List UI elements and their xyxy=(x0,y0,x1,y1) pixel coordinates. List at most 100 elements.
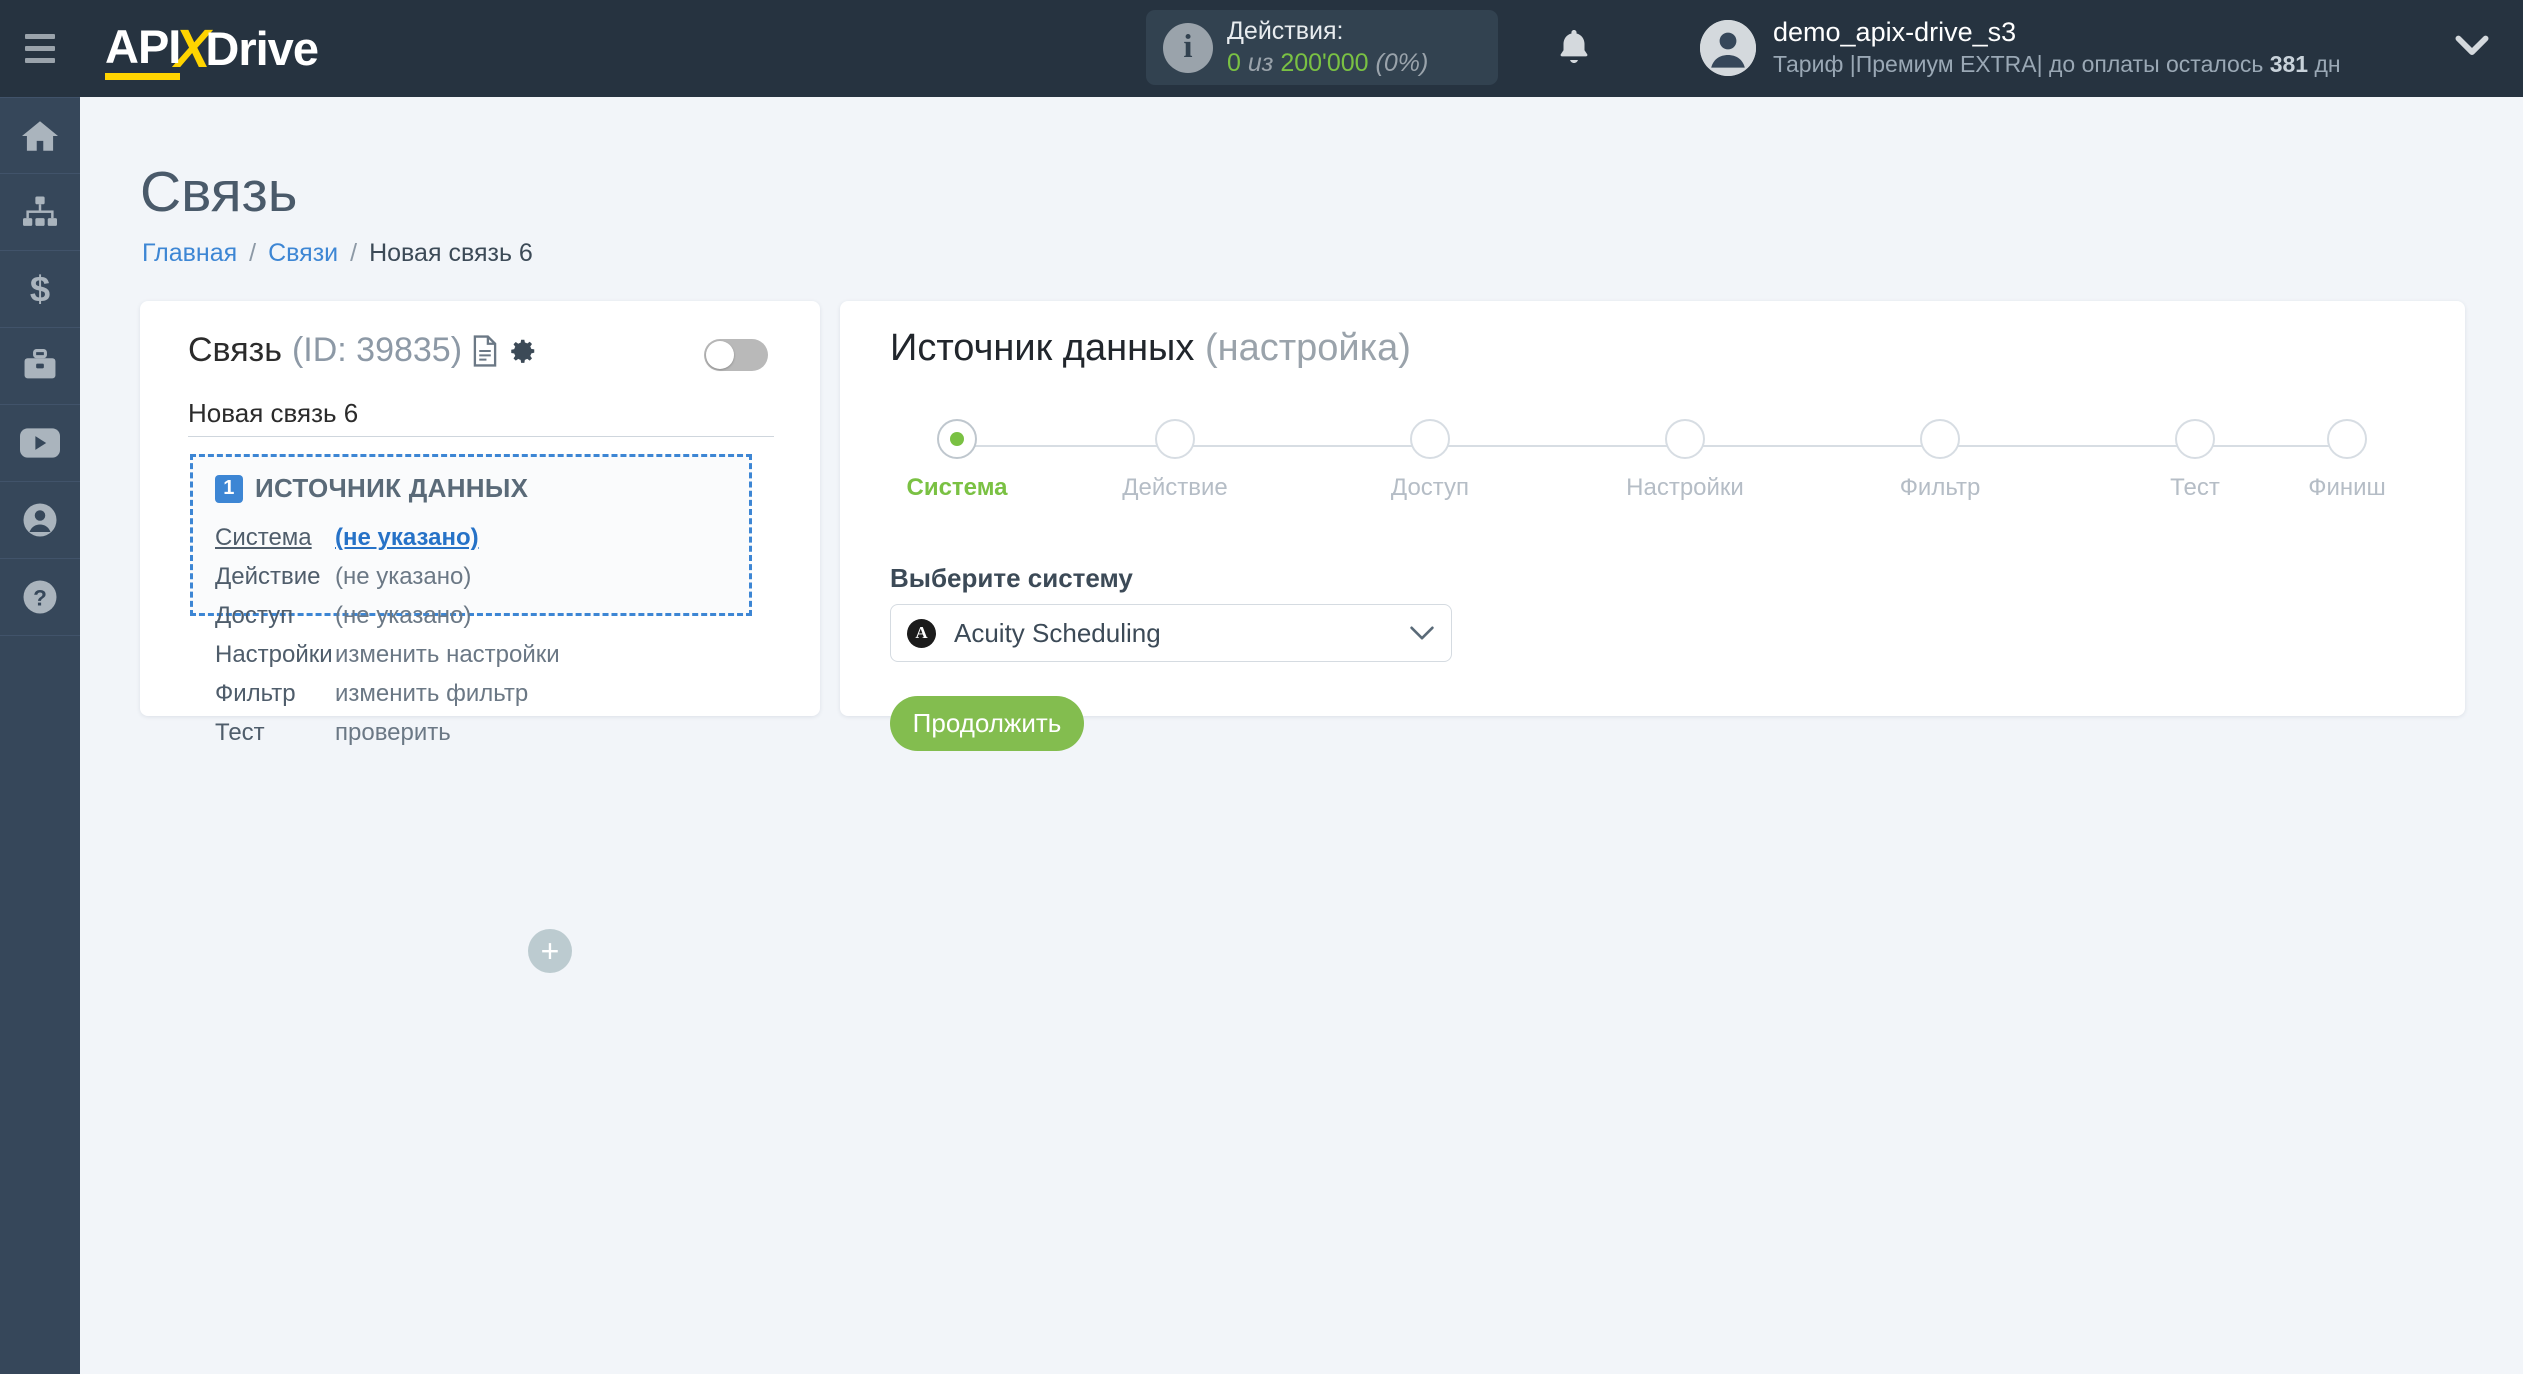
user-plan: Тариф |Премиум EXTRA| до оплаты осталось… xyxy=(1773,50,2341,80)
sidebar-item-help[interactable]: ? xyxy=(0,559,80,636)
property-value: изменить настройки xyxy=(335,641,560,668)
step-label: Фильтр xyxy=(1899,474,1981,501)
property-row-access[interactable]: Доступ (не указано) xyxy=(215,596,727,635)
property-row-system[interactable]: Система (не указано) xyxy=(215,518,727,557)
sidebar-item-connections[interactable] xyxy=(0,174,80,251)
user-avatar-icon xyxy=(1700,19,1756,76)
step-action[interactable]: Действие xyxy=(1100,419,1250,502)
step-dot[interactable] xyxy=(1920,419,1960,459)
system-select-value: Acuity Scheduling xyxy=(954,617,1161,648)
step-dot-fill xyxy=(1678,432,1692,446)
panel-title-main: Источник данных xyxy=(890,327,1195,369)
actions-count: 0 из 200'000 (0%) xyxy=(1227,48,1428,79)
setup-stepper: Система Действие Доступ Настройки Фильтр… xyxy=(882,419,2422,509)
data-source-properties: Система (не указано) Действие (не указан… xyxy=(215,518,727,752)
data-source-setup-panel: Источник данных (настройка) Система Дейс… xyxy=(840,301,2465,751)
system-select[interactable]: A Acuity Scheduling xyxy=(890,604,1452,662)
block-title-text: ИСТОЧНИК ДАННЫХ xyxy=(255,473,529,503)
property-key: Фильтр xyxy=(215,680,296,707)
user-menu[interactable]: demo_apix-drive_s3 Тариф |Премиум EXTRA|… xyxy=(1700,10,2341,85)
breadcrumb-separator: / xyxy=(350,239,358,267)
breadcrumb: Главная / Связи / Новая связь 6 xyxy=(142,239,533,268)
data-source-block[interactable]: 1 ИСТОЧНИК ДАННЫХ Система (не указано) Д… xyxy=(190,454,752,746)
property-key: Настройки xyxy=(215,641,333,668)
step-system[interactable]: Система xyxy=(882,419,1032,502)
logo-text-drive: Drive xyxy=(205,22,319,75)
property-row-action[interactable]: Действие (не указано) xyxy=(215,557,727,596)
property-key: Действие xyxy=(215,563,321,590)
actions-label: Действия: xyxy=(1227,17,1344,46)
breadcrumb-home[interactable]: Главная xyxy=(142,239,237,268)
youtube-icon xyxy=(20,428,60,458)
avatar-glyph xyxy=(1700,19,1756,76)
hamburger-icon[interactable] xyxy=(0,0,80,97)
sidebar-item-services[interactable] xyxy=(0,328,80,405)
link-card-id: (ID: 39835) xyxy=(291,331,463,369)
user-name: demo_apix-drive_s3 xyxy=(1773,17,2017,47)
data-source-block-title: 1 ИСТОЧНИК ДАННЫХ xyxy=(215,473,727,504)
link-card-title: Связь xyxy=(188,331,282,369)
step-dot-fill xyxy=(1933,432,1947,446)
chevron-down-icon[interactable] xyxy=(2455,35,2489,64)
property-key[interactable]: Система xyxy=(215,518,335,557)
svg-text:$: $ xyxy=(30,270,50,308)
step-finish[interactable]: Финиш xyxy=(2272,419,2422,502)
step-dot[interactable] xyxy=(1665,419,1705,459)
add-block-button[interactable]: + xyxy=(528,929,572,973)
step-dot[interactable] xyxy=(1155,419,1195,459)
acuity-scheduling-icon: A xyxy=(907,618,936,648)
sidebar-item-home[interactable] xyxy=(0,97,80,174)
info-icon: i xyxy=(1163,22,1213,73)
property-key: Доступ xyxy=(215,602,294,629)
document-glyph xyxy=(473,334,497,367)
sidebar-item-video[interactable] xyxy=(0,405,80,482)
step-label: Доступ xyxy=(1390,474,1470,501)
sidebar-item-billing[interactable]: $ xyxy=(0,251,80,328)
property-value[interactable]: (не указано) xyxy=(335,518,479,557)
step-label: Тест xyxy=(2170,474,2220,501)
gear-icon[interactable] xyxy=(508,336,538,366)
property-row-filter[interactable]: Фильтр изменить фильтр xyxy=(215,674,727,713)
step-access[interactable]: Доступ xyxy=(1355,419,1505,502)
link-name-input[interactable] xyxy=(188,391,774,437)
logo-text-api: API xyxy=(105,19,181,80)
step-settings[interactable]: Настройки xyxy=(1610,419,1760,502)
actions-quota-text: Действия: 0 из 200'000 (0%) xyxy=(1227,16,1428,79)
page-title: Связь xyxy=(140,160,298,224)
link-card-header: Связь (ID: 39835) xyxy=(188,331,538,370)
step-dot[interactable] xyxy=(2175,419,2215,459)
property-value: (не указано) xyxy=(335,602,472,629)
home-icon xyxy=(22,120,58,151)
panel-title-muted: (настройка) xyxy=(1204,327,1411,369)
step-dot-fill xyxy=(2340,432,2354,446)
plan-suffix: дн xyxy=(2308,51,2341,78)
property-row-test[interactable]: Тест проверить xyxy=(215,713,727,752)
step-dot[interactable] xyxy=(2327,419,2367,459)
breadcrumb-links[interactable]: Связи xyxy=(268,239,338,268)
gear-glyph xyxy=(511,339,535,363)
document-icon[interactable] xyxy=(472,334,498,367)
sidebar-item-account[interactable] xyxy=(0,482,80,559)
breadcrumb-current: Новая связь 6 xyxy=(369,239,533,267)
apix-drive-logo[interactable]: API X Drive xyxy=(105,18,319,80)
step-filter[interactable]: Фильтр xyxy=(1865,419,2015,502)
step-dot[interactable] xyxy=(1410,419,1450,459)
bell-icon[interactable] xyxy=(1548,22,1600,74)
step-test[interactable]: Тест xyxy=(2120,419,2270,502)
property-row-settings[interactable]: Настройки изменить настройки xyxy=(215,635,727,674)
link-enable-toggle[interactable] xyxy=(704,339,768,371)
continue-button[interactable]: Продолжить xyxy=(890,696,1084,751)
property-key: Тест xyxy=(215,719,265,746)
step-dot-fill xyxy=(950,432,964,446)
chevron-glyph xyxy=(2455,35,2489,55)
chevron-down-icon[interactable] xyxy=(1409,625,1435,641)
step-label: Финиш xyxy=(2308,474,2386,501)
plan-days: 381 xyxy=(2269,51,2309,78)
top-header-bar: API X Drive i Действия: 0 из 200'000 (0%) xyxy=(0,0,2523,97)
property-value: проверить xyxy=(335,719,451,746)
panel-title: Источник данных (настройка) xyxy=(890,327,1411,370)
actions-quota-pill[interactable]: i Действия: 0 из 200'000 (0%) xyxy=(1146,10,1498,85)
breadcrumb-separator: / xyxy=(249,239,257,267)
step-dot[interactable] xyxy=(937,419,977,459)
actions-percent: (0%) xyxy=(1375,48,1429,77)
